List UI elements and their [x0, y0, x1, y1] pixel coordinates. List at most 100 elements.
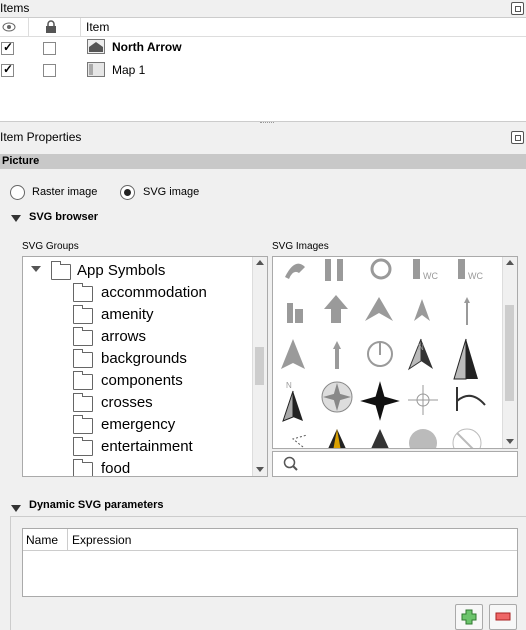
- partial-arc-icon: [456, 394, 486, 406]
- tree-item-label: arrows: [101, 328, 147, 345]
- picture-icon: [87, 39, 105, 54]
- svg-symbols-grid[interactable]: WC WC N N: [273, 257, 503, 448]
- list-item[interactable]: Map 1: [0, 59, 526, 80]
- search-field[interactable]: [305, 454, 509, 474]
- item-column-header[interactable]: Item: [86, 20, 109, 34]
- phone-icon: [285, 263, 305, 279]
- list-item[interactable]: North Arrow: [0, 37, 526, 58]
- visible-checkbox[interactable]: [1, 62, 14, 77]
- raster-image-radio[interactable]: [10, 185, 25, 200]
- svg-image-radio[interactable]: [120, 185, 135, 200]
- map-icon: [87, 62, 105, 77]
- svg-images-grid[interactable]: WC WC N N: [272, 256, 518, 449]
- north-line-icon: [464, 297, 470, 325]
- trash-person-icon: [287, 303, 293, 323]
- folder-icon: [73, 459, 93, 476]
- search-icon: [283, 456, 298, 471]
- item-label: Map 1: [112, 63, 146, 77]
- tree-item-group[interactable]: food: [73, 459, 253, 477]
- no-symbol-icon: [452, 428, 482, 448]
- svg-image-label: SVG image: [143, 186, 200, 198]
- svg-text:N: N: [286, 381, 292, 390]
- tree-item-label: food: [101, 460, 131, 477]
- add-icon: [461, 609, 477, 625]
- visible-checkbox[interactable]: [1, 40, 14, 55]
- dynamic-params-table[interactable]: Name Expression: [22, 528, 518, 597]
- lock-checkbox[interactable]: [43, 64, 56, 77]
- tree-item-app-symbols[interactable]: App Symbols: [51, 261, 267, 284]
- item-properties-title: Item Properties: [0, 130, 82, 144]
- north-arrow-icon: [414, 299, 430, 321]
- tree-item-group[interactable]: amenity: [73, 305, 253, 328]
- splitter-handle[interactable]: [260, 122, 274, 125]
- grey-circle-icon: [409, 429, 437, 448]
- thin-arrow-icon: [333, 341, 341, 369]
- arrow-up-icon: [324, 295, 348, 323]
- folder-icon: [51, 261, 71, 280]
- tree-item-group[interactable]: crosses: [73, 393, 253, 416]
- north-arrow-icon: [281, 339, 305, 369]
- picture-section-header: Picture: [0, 154, 526, 169]
- add-parameter-button[interactable]: [455, 604, 483, 630]
- folder-icon: [73, 349, 93, 368]
- tree-item-group[interactable]: accommodation: [73, 283, 253, 306]
- tree-item-label: accommodation: [101, 284, 207, 301]
- collapse-arrow-icon[interactable]: [11, 215, 21, 222]
- wheelchair-icon: [370, 258, 392, 280]
- folder-icon: [73, 415, 93, 434]
- svg-text:WC: WC: [468, 271, 483, 281]
- tree-item-group[interactable]: entertainment: [73, 437, 253, 460]
- remove-icon: [495, 612, 511, 621]
- name-column-header[interactable]: Name: [26, 533, 58, 547]
- groups-scrollbar[interactable]: [252, 257, 267, 476]
- tree-item-label: emergency: [101, 416, 176, 433]
- folder-icon: [73, 283, 93, 302]
- items-panel-title: Items: [0, 1, 30, 15]
- north-arrow-dark-icon: [466, 339, 478, 379]
- tree-item-label: App Symbols: [77, 262, 166, 279]
- item-label: North Arrow: [112, 40, 182, 54]
- svg-search-input[interactable]: [272, 451, 518, 477]
- star-compass-icon: [360, 381, 400, 421]
- lock-icon: [46, 20, 56, 33]
- north-arrow-icon: [365, 297, 393, 321]
- tree-item-label: amenity: [101, 306, 154, 323]
- north-arrow-icon: [293, 391, 303, 421]
- images-scrollbar[interactable]: [502, 257, 517, 448]
- tree-item-label: entertainment: [101, 438, 193, 455]
- float-panel-icon[interactable]: [511, 2, 524, 15]
- wc-icon: [413, 259, 420, 279]
- tree-item-group[interactable]: backgrounds: [73, 349, 253, 372]
- folder-icon: [73, 327, 93, 346]
- raster-image-label: Raster image: [32, 186, 98, 198]
- svg-text:N: N: [418, 343, 424, 352]
- toilets-icon: [325, 259, 331, 281]
- collapse-arrow-icon[interactable]: [11, 505, 21, 512]
- folder-icon: [73, 305, 93, 324]
- chevron-down-icon[interactable]: [31, 266, 41, 272]
- items-table-header: Item: [0, 18, 526, 37]
- svg-groups-label: SVG Groups: [22, 241, 79, 252]
- tree-item-group[interactable]: emergency: [73, 415, 253, 438]
- tree-item-group[interactable]: arrows: [73, 327, 253, 350]
- remove-parameter-button[interactable]: [489, 604, 517, 630]
- dashed-arrow-icon: [291, 434, 308, 448]
- folder-icon: [73, 393, 93, 412]
- folder-icon: [73, 371, 93, 390]
- svg-images-label: SVG Images: [272, 241, 329, 252]
- svg-text:WC: WC: [423, 271, 438, 281]
- tree-item-label: crosses: [101, 394, 153, 411]
- svg-browser-header[interactable]: SVG browser: [29, 211, 98, 223]
- dynamic-svg-header[interactable]: Dynamic SVG parameters: [29, 499, 164, 511]
- section-title: Picture: [2, 155, 40, 167]
- expression-column-header[interactable]: Expression: [72, 533, 131, 547]
- svg-groups-tree[interactable]: App Symbols accommodation amenity arrows ba…: [22, 256, 268, 477]
- tree-item-label: backgrounds: [101, 350, 187, 367]
- items-table: Item North Arrow Map 1: [0, 17, 526, 122]
- folder-icon: [73, 437, 93, 456]
- lock-checkbox[interactable]: [43, 42, 56, 55]
- float-panel-icon[interactable]: [511, 131, 524, 144]
- tree-item-label: components: [101, 372, 183, 389]
- tree-item-group[interactable]: components: [73, 371, 253, 394]
- eye-icon: [2, 22, 16, 32]
